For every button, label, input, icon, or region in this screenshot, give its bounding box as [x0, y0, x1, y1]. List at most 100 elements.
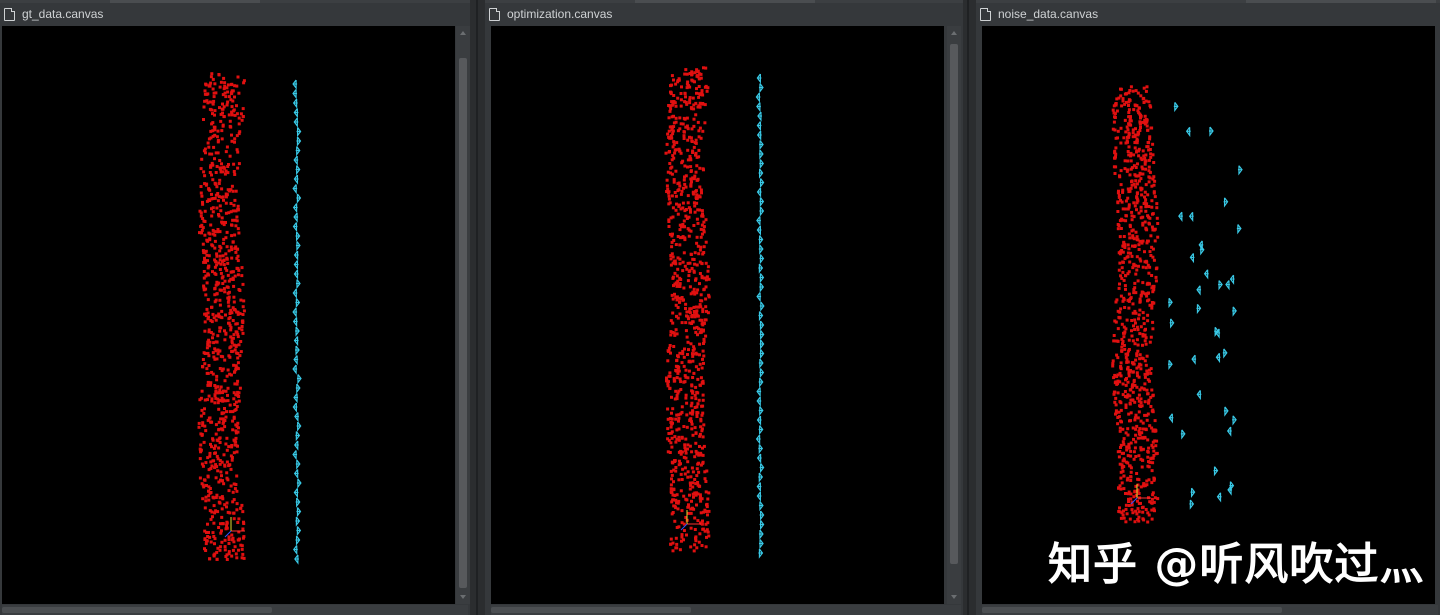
point	[698, 342, 702, 346]
scroll-up-arrow-icon[interactable]	[460, 31, 466, 35]
scroll-down-arrow-icon[interactable]	[460, 595, 466, 599]
point	[684, 214, 688, 218]
point	[1148, 135, 1152, 139]
point	[701, 167, 705, 171]
point	[1124, 378, 1127, 382]
point	[1133, 244, 1137, 248]
point	[202, 411, 206, 415]
point	[1130, 254, 1134, 258]
tab-noise-data[interactable]: noise_data.canvas	[976, 3, 1440, 25]
point	[204, 542, 208, 546]
camera-pose-marker	[292, 222, 298, 233]
panel-divider[interactable]	[476, 0, 478, 615]
point	[1147, 221, 1151, 225]
horizontal-scrollbar[interactable]	[491, 605, 961, 615]
point	[1125, 169, 1129, 173]
point	[227, 321, 231, 325]
point	[1144, 167, 1148, 171]
tab-optimization[interactable]: optimization.canvas	[485, 3, 963, 25]
point	[214, 171, 218, 174]
point	[1115, 339, 1119, 343]
point	[691, 470, 695, 474]
scroll-down-arrow-icon[interactable]	[951, 595, 957, 599]
point	[1148, 148, 1152, 151]
point	[228, 316, 232, 320]
vertical-scrollbar[interactable]	[456, 26, 470, 604]
point	[1135, 424, 1139, 428]
point	[669, 542, 673, 546]
point	[1121, 190, 1125, 194]
point	[229, 467, 233, 471]
point	[233, 545, 237, 549]
point	[228, 154, 232, 158]
point	[699, 511, 703, 515]
point	[1118, 261, 1122, 265]
camera-pose-marker	[759, 301, 765, 312]
point	[693, 204, 697, 208]
vertical-scrollbar[interactable]	[947, 26, 961, 604]
point	[686, 315, 690, 319]
horizontal-scrollbar[interactable]	[982, 605, 1438, 615]
point	[1140, 158, 1144, 162]
point	[1132, 153, 1136, 157]
point	[218, 326, 222, 330]
point	[220, 316, 224, 320]
point	[230, 133, 233, 137]
point	[235, 508, 239, 512]
point	[225, 257, 229, 261]
tab-gt-data[interactable]: gt_data.canvas	[0, 3, 470, 25]
tab-label: noise_data.canvas	[998, 7, 1099, 21]
point	[242, 299, 246, 303]
point	[684, 100, 688, 104]
point	[698, 105, 702, 109]
canvas-view[interactable]	[2, 26, 455, 604]
point	[235, 351, 239, 355]
point	[1128, 173, 1132, 177]
scroll-thumb[interactable]	[459, 58, 467, 588]
panel-divider[interactable]	[967, 0, 969, 615]
point	[1152, 228, 1156, 232]
point	[1119, 419, 1123, 423]
point	[214, 91, 218, 95]
point	[218, 244, 222, 248]
point	[1139, 188, 1143, 192]
scroll-up-arrow-icon[interactable]	[951, 31, 957, 35]
point	[213, 537, 217, 541]
point	[700, 191, 703, 195]
point	[1135, 197, 1139, 201]
point	[231, 537, 235, 541]
point	[213, 384, 217, 387]
point	[219, 112, 223, 116]
point	[227, 535, 231, 539]
camera-pose-marker	[756, 292, 762, 303]
horizontal-scrollbar[interactable]	[2, 605, 468, 615]
scroll-thumb[interactable]	[950, 44, 958, 564]
point	[225, 245, 229, 249]
point	[690, 73, 694, 77]
point	[229, 454, 233, 458]
point	[1134, 509, 1138, 513]
point	[1147, 180, 1151, 184]
canvas-view[interactable]	[982, 26, 1435, 604]
point	[673, 148, 677, 152]
point	[704, 490, 708, 494]
point	[1134, 127, 1137, 131]
point	[681, 235, 685, 239]
canvas-view[interactable]	[491, 26, 944, 604]
point	[696, 120, 700, 124]
camera-pose-marker	[758, 444, 764, 455]
point	[676, 212, 680, 216]
point	[237, 326, 241, 330]
point	[227, 304, 231, 308]
point	[227, 445, 231, 449]
camera-pose-marker	[1198, 240, 1204, 251]
point	[204, 499, 208, 503]
point	[689, 184, 693, 188]
point	[696, 377, 700, 381]
point	[1129, 297, 1133, 301]
point	[234, 423, 238, 427]
point	[1120, 511, 1124, 515]
point	[1133, 328, 1137, 331]
point	[203, 220, 207, 223]
point	[1137, 264, 1140, 268]
